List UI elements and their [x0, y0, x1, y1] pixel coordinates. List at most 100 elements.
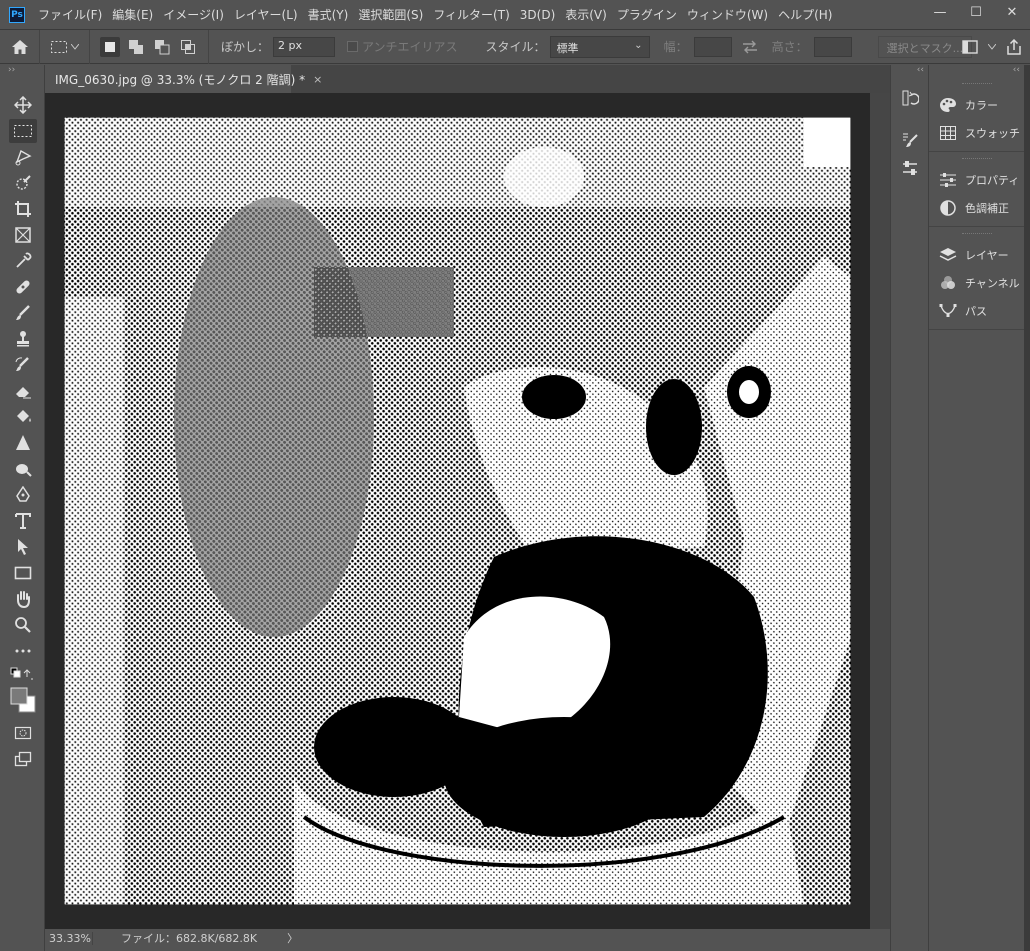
paint-bucket-tool[interactable]	[9, 405, 37, 429]
hand-tool[interactable]	[9, 587, 37, 611]
file-info: ファイル：682.8K/682.8K	[121, 932, 258, 945]
close-window-button[interactable]: ✕	[994, 0, 1030, 24]
rectangle-tool[interactable]	[9, 561, 37, 585]
width-input[interactable]	[693, 36, 732, 57]
edge-strip	[1024, 65, 1030, 951]
panel-grip[interactable]	[961, 233, 992, 237]
style-select[interactable]: 標準 ⌄	[549, 35, 650, 58]
subtract-squares-icon	[155, 39, 170, 54]
more-tools-button[interactable]	[9, 639, 37, 663]
brush-settings-button[interactable]	[899, 129, 921, 151]
default-colors-button[interactable]	[9, 665, 37, 683]
strip-collapse-toggle[interactable]: ‹‹	[891, 65, 928, 77]
menu-select[interactable]: 選択範囲(S)	[353, 6, 428, 23]
dodge-tool[interactable]	[9, 457, 37, 481]
history-icon	[902, 90, 919, 106]
panel-grip[interactable]	[961, 158, 992, 162]
zoom-tool[interactable]	[9, 613, 37, 637]
menu-help[interactable]: ヘルプ(H)	[773, 6, 837, 23]
marquee-tool[interactable]	[9, 119, 37, 143]
minimize-button[interactable]: —	[922, 0, 958, 24]
selection-modes	[90, 29, 209, 64]
menu-edit[interactable]: 編集(E)	[107, 6, 158, 23]
adjustment-presets-button[interactable]	[899, 157, 921, 179]
share-icon[interactable]	[1006, 39, 1022, 55]
status-bar: 33.33% ファイル：682.8K/682.8K 〉	[45, 929, 890, 947]
home-button[interactable]	[0, 29, 40, 64]
color-swatches[interactable]	[9, 685, 37, 715]
panel-item-channels[interactable]: チャンネル	[929, 269, 1024, 297]
screen-mode-button[interactable]	[9, 747, 37, 771]
lasso-icon	[15, 149, 32, 166]
menu-type[interactable]: 書式(Y)	[303, 6, 354, 23]
toolbox-expand-toggle[interactable]: ››	[0, 65, 44, 77]
eraser-tool[interactable]	[9, 379, 37, 403]
menu-view[interactable]: 表示(V)	[560, 6, 612, 23]
quick-mask-button[interactable]	[9, 721, 37, 745]
zoom-level[interactable]: 33.33%	[45, 931, 93, 945]
antialias-checkbox[interactable]: アンチエイリアス	[335, 38, 458, 55]
panel-group-properties: プロパティ 色調補正	[929, 152, 1024, 227]
brush-tool[interactable]	[9, 301, 37, 325]
bandage-icon	[16, 280, 30, 294]
panel-item-adjustments[interactable]: 色調補正	[929, 194, 1024, 222]
menu-layer[interactable]: レイヤー(L)	[229, 6, 303, 23]
frame-tool[interactable]	[9, 223, 37, 247]
type-tool[interactable]	[9, 509, 37, 533]
crop-tool[interactable]	[9, 197, 37, 221]
rect-marquee-icon	[14, 125, 32, 137]
menu-file[interactable]: ファイル(F)	[33, 6, 107, 23]
eyedropper-tool[interactable]	[9, 249, 37, 273]
sharpen-tool[interactable]	[9, 431, 37, 455]
intersect-selection-button[interactable]	[178, 37, 198, 57]
panel-item-paths[interactable]: パス	[929, 297, 1024, 325]
panel-item-swatches[interactable]: スウォッチ	[929, 119, 1024, 147]
document-tab[interactable]: IMG_0630.jpg @ 33.3% (モノクロ 2 階調) * ×	[45, 65, 322, 93]
document-tab-bar: IMG_0630.jpg @ 33.3% (モノクロ 2 階調) * ×	[45, 65, 890, 93]
panel-group-layers: レイヤー チャンネル パス	[929, 227, 1024, 330]
panel-label-swatches: スウォッチ	[965, 127, 1020, 140]
panel-item-properties[interactable]: プロパティ	[929, 166, 1024, 194]
quick-select-icon	[16, 175, 31, 190]
subtract-selection-button[interactable]	[152, 37, 172, 57]
menu-window[interactable]: ウィンドウ(W)	[682, 6, 773, 23]
quick-select-tool[interactable]	[9, 171, 37, 195]
panel-item-color[interactable]: カラー	[929, 91, 1024, 119]
panel-item-layers[interactable]: レイヤー	[929, 241, 1024, 269]
menu-filter[interactable]: フィルター(T)	[428, 6, 514, 23]
vertical-scrollbar[interactable]	[870, 93, 890, 930]
healing-brush-tool[interactable]	[9, 275, 37, 299]
triangle-icon	[16, 435, 30, 450]
maximize-button[interactable]: ☐	[958, 0, 994, 24]
panel-grip[interactable]	[961, 83, 992, 87]
path-select-tool[interactable]	[9, 535, 37, 559]
menu-plugins[interactable]: プラグイン	[612, 6, 682, 23]
history-panel-button[interactable]	[899, 87, 921, 109]
add-selection-button[interactable]	[126, 37, 146, 57]
status-menu-arrow[interactable]: 〉	[287, 930, 298, 946]
document-canvas[interactable]	[64, 117, 851, 905]
pen-tool[interactable]	[9, 483, 37, 507]
width-label: 幅：	[663, 40, 688, 54]
canvas-workspace[interactable]	[45, 93, 870, 930]
half-circle-icon	[939, 199, 957, 217]
select-and-mask-button[interactable]: 選択とマスク...	[877, 35, 973, 58]
menu-image[interactable]: イメージ(I)	[158, 6, 229, 23]
panel-collapse-toggle[interactable]: ‹‹	[929, 65, 1024, 77]
feather-input[interactable]: 2 px	[273, 36, 336, 57]
tool-preset-picker[interactable]	[40, 29, 90, 64]
close-tab-icon[interactable]: ×	[313, 73, 322, 86]
history-brush-tool[interactable]	[9, 353, 37, 377]
workspace-icon[interactable]	[962, 40, 978, 54]
height-input[interactable]	[813, 36, 852, 57]
move-tool[interactable]	[9, 93, 37, 117]
clone-stamp-tool[interactable]	[9, 327, 37, 351]
lasso-tool[interactable]	[9, 145, 37, 169]
chevron-down-icon[interactable]	[988, 44, 996, 50]
home-icon	[11, 39, 28, 54]
swap-arrows-icon[interactable]	[742, 40, 758, 54]
dodge-icon	[16, 464, 32, 477]
new-selection-button[interactable]	[100, 36, 120, 57]
menu-bar: Ps ファイル(F) 編集(E) イメージ(I) レイヤー(L) 書式(Y) 選…	[0, 0, 1030, 30]
menu-3d[interactable]: 3D(D)	[515, 8, 560, 22]
